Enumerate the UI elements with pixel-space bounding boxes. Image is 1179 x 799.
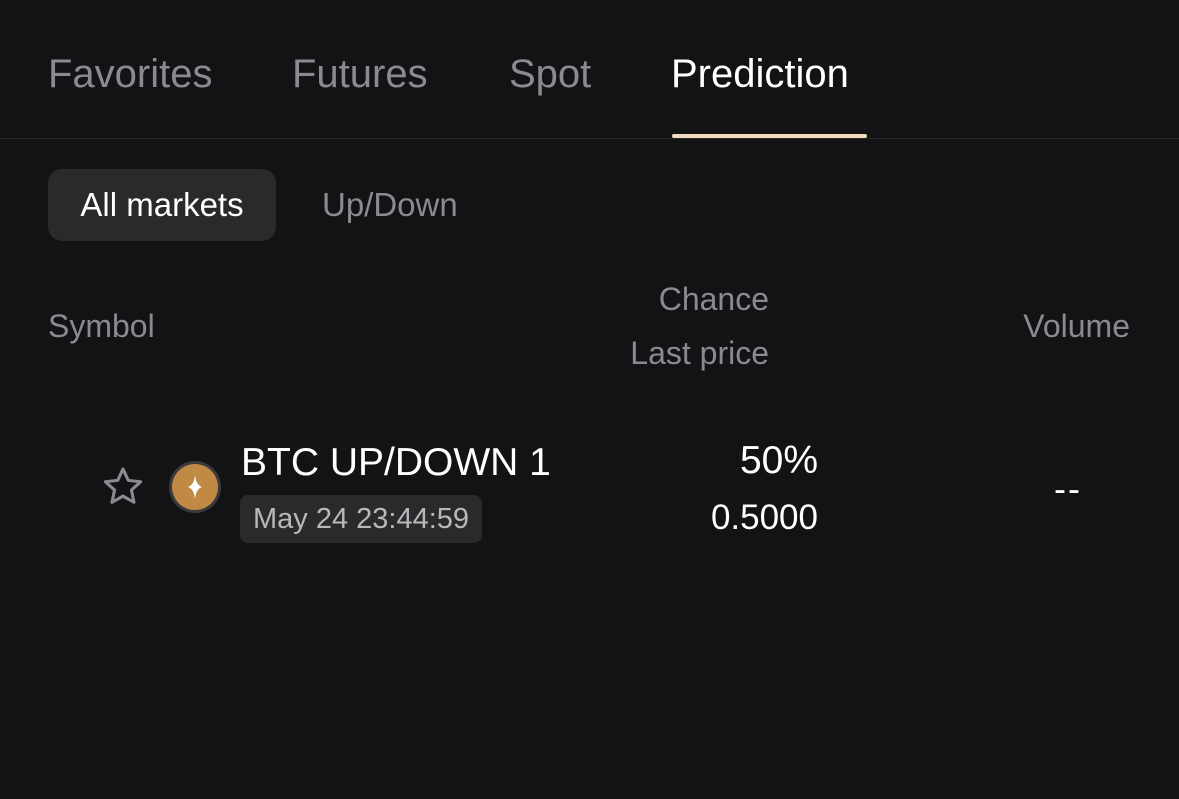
active-tab-indicator <box>672 134 867 138</box>
filter-all-markets[interactable]: All markets <box>48 169 276 241</box>
column-header-last-price[interactable]: Last price <box>630 333 769 373</box>
tab-futures[interactable]: Futures <box>292 50 428 98</box>
expiry-badge: May 24 23:44:59 <box>240 495 483 543</box>
column-header-chance[interactable]: Chance <box>659 279 769 319</box>
tab-favorites[interactable]: Favorites <box>48 50 213 98</box>
tab-spot[interactable]: Spot <box>509 50 591 98</box>
tab-prediction[interactable]: Prediction <box>671 50 849 98</box>
column-header-symbol[interactable]: Symbol <box>48 306 155 346</box>
chance-value: 50% <box>739 439 818 482</box>
filter-up-down[interactable]: Up/Down <box>322 169 458 241</box>
column-header-volume[interactable]: Volume <box>1023 306 1130 346</box>
btc-sparkle-icon <box>169 461 221 513</box>
star-icon[interactable] <box>100 464 146 510</box>
market-row[interactable]: BTC UP/DOWN 1 May 24 23:44:59 50% 0.5000… <box>0 420 1179 560</box>
market-tabs: Favorites Futures Spot Prediction <box>0 0 1179 139</box>
market-symbol-name: BTC UP/DOWN 1 <box>241 441 551 484</box>
volume-value: -- <box>1054 468 1082 509</box>
last-price-value: 0.5000 <box>710 498 818 537</box>
